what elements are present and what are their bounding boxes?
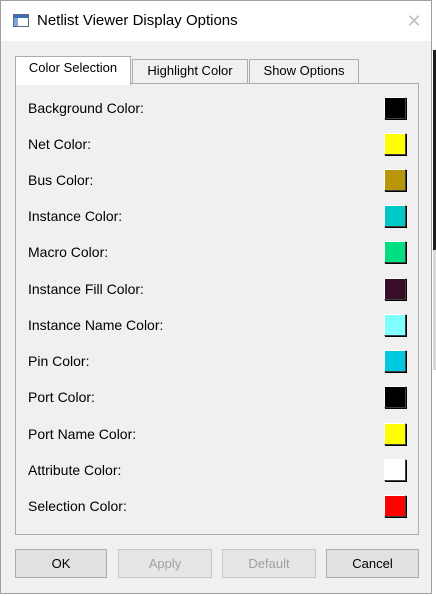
tab-highlight-color[interactable]: Highlight Color xyxy=(132,59,248,83)
macro-color-label: Macro Color: xyxy=(28,244,109,260)
app-icon xyxy=(13,14,29,27)
apply-button[interactable]: Apply xyxy=(118,549,212,578)
selection-color-swatch[interactable] xyxy=(384,495,406,517)
selection-color-label: Selection Color: xyxy=(28,498,127,514)
pin-color-label: Pin Color: xyxy=(28,353,90,369)
bus-color-label: Bus Color: xyxy=(28,172,94,188)
window-title: Netlist Viewer Display Options xyxy=(37,12,238,29)
ok-button[interactable]: OK xyxy=(15,549,107,578)
background-window-edge xyxy=(432,0,436,596)
instance-fill-color-swatch[interactable] xyxy=(384,278,406,300)
port-color-swatch[interactable] xyxy=(384,386,406,408)
title-bar: Netlist Viewer Display Options ✕ xyxy=(1,1,431,41)
net-color-label: Net Color: xyxy=(28,136,92,152)
net-color-swatch[interactable] xyxy=(384,133,406,155)
instance-name-color-swatch[interactable] xyxy=(384,314,406,336)
instance-color-swatch[interactable] xyxy=(384,205,406,227)
pin-color-swatch[interactable] xyxy=(384,350,406,372)
instance-fill-color-label: Instance Fill Color: xyxy=(28,281,144,297)
color-selection-panel: Background Color: Net Color: Bus Color: … xyxy=(15,83,419,535)
default-button[interactable]: Default xyxy=(222,549,316,578)
tab-show-options[interactable]: Show Options xyxy=(249,59,359,83)
port-name-color-swatch[interactable] xyxy=(384,423,406,445)
instance-name-color-label: Instance Name Color: xyxy=(28,317,164,333)
dialog-window: Netlist Viewer Display Options ✕ Color S… xyxy=(0,0,432,594)
attribute-color-label: Attribute Color: xyxy=(28,462,122,478)
background-color-swatch[interactable] xyxy=(384,97,406,119)
close-icon[interactable]: ✕ xyxy=(401,9,427,33)
bus-color-swatch[interactable] xyxy=(384,169,406,191)
background-color-label: Background Color: xyxy=(28,100,144,116)
cancel-button[interactable]: Cancel xyxy=(326,549,419,578)
tab-color-selection[interactable]: Color Selection xyxy=(15,56,131,85)
port-name-color-label: Port Name Color: xyxy=(28,426,137,442)
port-color-label: Port Color: xyxy=(28,389,95,405)
attribute-color-swatch[interactable] xyxy=(384,459,406,481)
instance-color-label: Instance Color: xyxy=(28,208,123,224)
macro-color-swatch[interactable] xyxy=(384,241,406,263)
